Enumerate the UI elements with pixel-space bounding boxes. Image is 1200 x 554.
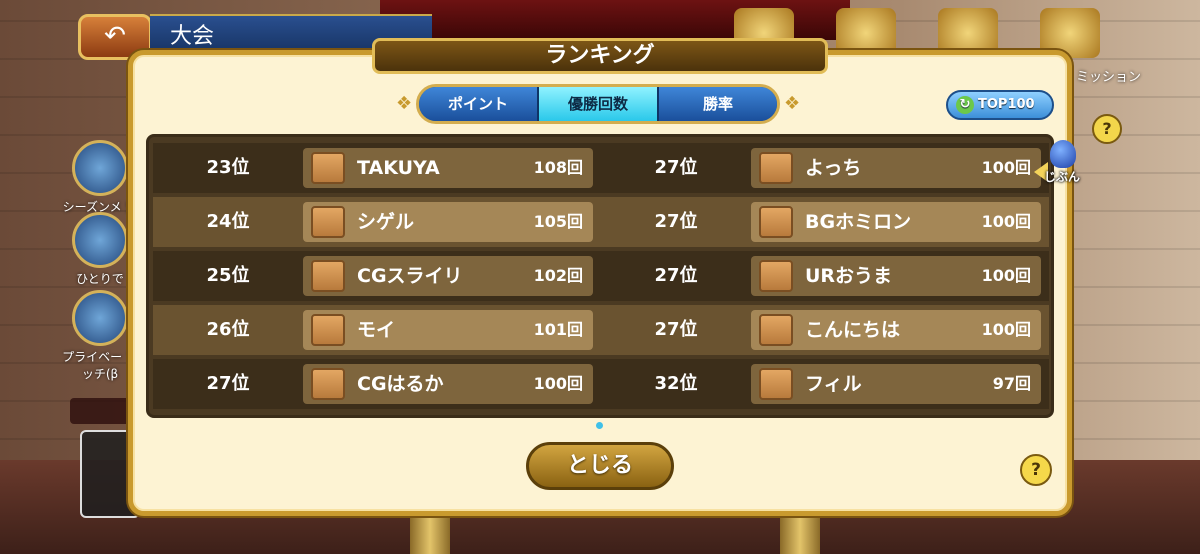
tab-wins[interactable]: 優勝回数 [539, 87, 659, 121]
ranking-row[interactable]: 25位 CGスライリ 102回 [153, 251, 601, 301]
self-position-marker[interactable]: じぶん [1034, 140, 1090, 188]
player-avatar [759, 152, 793, 184]
tab-points[interactable]: ポイント [419, 87, 539, 121]
player-entry: BGホミロン 100回 [751, 202, 1041, 242]
top100-button[interactable]: ↻ TOP100 [946, 90, 1054, 120]
rank-label: 24位 [206, 211, 250, 232]
player-avatar [311, 206, 345, 238]
player-entry: こんにちは 100回 [751, 310, 1041, 350]
back-arrow-icon: ↶ [104, 21, 126, 51]
win-count: 100回 [981, 320, 1031, 339]
ranking-row[interactable]: 27位 URおうま 100回 [601, 251, 1049, 301]
tab-ornament-right: ❖ [784, 93, 801, 114]
mission-label: ミッション [1076, 70, 1142, 85]
win-count: 100回 [533, 374, 583, 393]
rank-label: 32位 [654, 373, 698, 394]
win-count: 97回 [992, 374, 1031, 393]
ranking-row[interactable]: 27位 こんにちは 100回 [601, 305, 1049, 355]
rank-label: 27位 [654, 319, 698, 340]
refresh-icon: ↻ [956, 95, 974, 114]
ranking-row[interactable]: 24位 シゲル 105回 [153, 197, 601, 247]
win-count: 100回 [981, 266, 1031, 285]
win-count: 108回 [533, 158, 583, 177]
player-avatar [759, 260, 793, 292]
player-avatar [311, 314, 345, 346]
win-count: 100回 [981, 212, 1031, 231]
help-icon[interactable]: ? [1020, 454, 1052, 486]
player-entry: モイ 101回 [303, 310, 593, 350]
player-avatar [311, 368, 345, 400]
player-entry: フィル 97回 [751, 364, 1041, 404]
rank-label: 26位 [206, 319, 250, 340]
win-count: 101回 [533, 320, 583, 339]
ranking-row[interactable]: 26位 モイ 101回 [153, 305, 601, 355]
ranking-board: 23位 TAKUYA 108回 24位 シゲル 105回 25位 CGスライリ … [146, 134, 1054, 418]
tab-win-rate[interactable]: 勝率 [659, 87, 777, 121]
player-avatar [311, 152, 345, 184]
win-count: 105回 [533, 212, 583, 231]
player-name: BGホミロン [805, 211, 912, 233]
season-medal-icon [72, 140, 128, 196]
rank-label: 27位 [654, 211, 698, 232]
rank-label: 25位 [206, 265, 250, 286]
player-avatar [759, 368, 793, 400]
player-entry: シゲル 105回 [303, 202, 593, 242]
win-count: 102回 [533, 266, 583, 285]
player-avatar [311, 260, 345, 292]
top100-label: TOP100 [978, 97, 1035, 112]
player-avatar [759, 206, 793, 238]
side-menu-label: プライベー マッチ(β [62, 350, 138, 381]
side-menu-label: ひとりで [76, 272, 124, 286]
slime-icon [72, 212, 128, 268]
player-name: CGはるか [357, 373, 444, 395]
player-avatar [759, 314, 793, 346]
ranking-row[interactable]: 23位 TAKUYA 108回 [153, 143, 601, 193]
player-name: URおうま [805, 265, 893, 287]
rank-label: 27位 [654, 157, 698, 178]
close-button[interactable]: とじる [526, 442, 674, 490]
player-entry: CGはるか 100回 [303, 364, 593, 404]
player-entry: TAKUYA 108回 [303, 148, 593, 188]
ranking-row[interactable]: 32位 フィル 97回 [601, 359, 1049, 409]
player-name: シゲル [357, 211, 415, 233]
player-name: モイ [357, 319, 396, 341]
player-name: よっち [805, 157, 862, 179]
player-name: こんにちは [805, 319, 901, 341]
ranking-row[interactable]: 27位 BGホミロン 100回 [601, 197, 1049, 247]
self-label: じぶん [1044, 170, 1081, 184]
rank-label: 23位 [206, 157, 250, 178]
rank-label: 27位 [206, 373, 250, 394]
slime-icon [1050, 140, 1076, 168]
ranking-row[interactable]: 27位 CGはるか 100回 [153, 359, 601, 409]
background-help-icon[interactable]: ? [1092, 114, 1122, 144]
player-name: フィル [805, 373, 862, 395]
player-entry: URおうま 100回 [751, 256, 1041, 296]
player-entry: よっち 100回 [751, 148, 1041, 188]
page-indicator [596, 422, 603, 429]
player-name: CGスライリ [357, 265, 463, 287]
ranking-row[interactable]: 27位 よっち 100回 [601, 143, 1049, 193]
player-entry: CGスライリ 102回 [303, 256, 593, 296]
background-status-badge [70, 398, 132, 424]
tab-ornament-left: ❖ [396, 93, 413, 114]
private-match-icon [72, 290, 128, 346]
rank-label: 27位 [654, 265, 698, 286]
win-count: 100回 [981, 158, 1031, 177]
modal-title: ランキング [372, 38, 828, 74]
player-name: TAKUYA [357, 157, 440, 179]
ranking-tabs: ポイント 優勝回数 勝率 [416, 84, 780, 124]
